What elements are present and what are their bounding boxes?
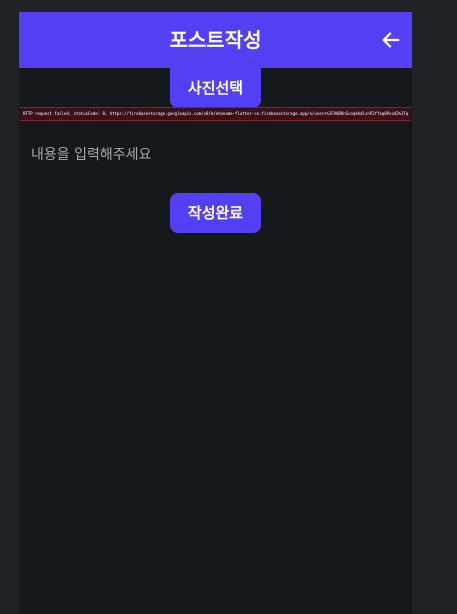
- arrow-left-icon: [382, 32, 400, 48]
- post-editor-screen: 포스트작성 사진선택 HTTP request failed, statusCo…: [19, 12, 412, 614]
- submit-post-button[interactable]: 작성완료: [170, 193, 261, 233]
- page-title: 포스트작성: [169, 28, 262, 52]
- select-photo-button[interactable]: 사진선택: [170, 68, 261, 108]
- content-input[interactable]: [19, 132, 412, 178]
- image-load-error-text: HTTP request failed, statusCode: 0, http…: [23, 111, 408, 116]
- app-bar: 포스트작성: [19, 12, 412, 68]
- image-load-error: HTTP request failed, statusCode: 0, http…: [20, 107, 411, 121]
- back-button[interactable]: [377, 26, 405, 54]
